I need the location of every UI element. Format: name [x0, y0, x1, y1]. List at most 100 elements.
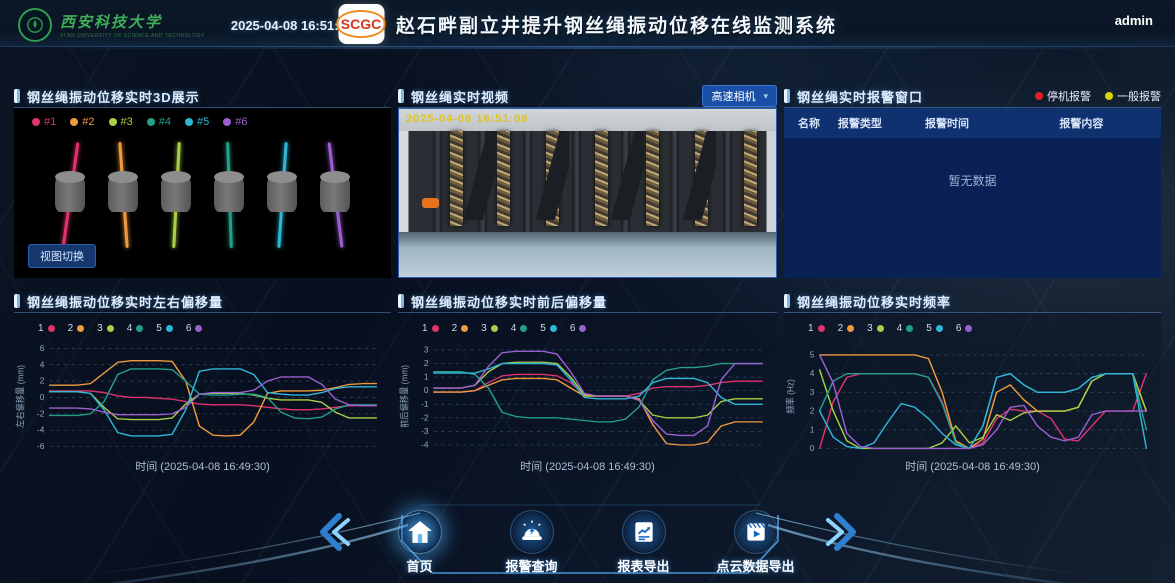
nav-label-alarm-query: 报警查询	[505, 556, 557, 575]
nav-item-pointcloud-export[interactable]: 点云数据导出	[713, 510, 799, 575]
header-center: SCGC 赵石畔副立井提升钢丝绳振动位移在线监测系统	[338, 4, 837, 44]
legend-label: 停机报警	[1047, 88, 1091, 104]
legend-dot-icon	[77, 325, 84, 332]
legend-dot-icon	[223, 118, 231, 126]
legend-dot-icon	[579, 325, 586, 332]
legend-item: 3	[97, 323, 114, 334]
legend-label: 6	[570, 323, 576, 334]
chevron-down-icon: ▾	[763, 91, 768, 102]
guide-cylinder-graphic	[55, 176, 85, 212]
legend-label: 2	[68, 323, 74, 334]
svg-text:3: 3	[810, 388, 815, 397]
panel-3d-display: 钢丝绳振动位移实时3D展示 #1#2#3#4#5#6 视图切换	[14, 85, 391, 278]
alarm-table-header: 名称 报警类型 报警时间 报警内容	[784, 108, 1161, 138]
user-label[interactable]: admin	[1115, 13, 1153, 28]
guide-cylinder-graphic	[108, 176, 138, 212]
nav-next-button[interactable]	[825, 511, 859, 553]
legend-dot-icon	[48, 325, 55, 332]
legend-item: #5	[185, 116, 209, 128]
legend-label: 1	[38, 323, 44, 334]
guide-cylinder-graphic	[161, 176, 191, 212]
alarm-col-type: 报警类型	[838, 115, 925, 131]
legend-dot-icon	[906, 325, 913, 332]
header-datetime: 2025-04-08 16:51:08	[231, 18, 353, 33]
home-icon	[398, 510, 442, 554]
legend-dot-icon	[136, 325, 143, 332]
rope-3d-item	[50, 142, 90, 252]
wire-rope-graphic	[646, 131, 659, 226]
svg-text:1: 1	[810, 426, 815, 435]
alarm-col-time: 报警时间	[925, 115, 1059, 131]
chart-freq-body: 123456 543210频率 (Hz) 时间 (2025-04-08 16:4…	[784, 313, 1161, 480]
nav-item-report-export[interactable]: 报表导出	[601, 510, 687, 575]
panel-chart-fb-offset: 钢丝绳振动位移实时前后偏移量 123456 3210-1-2-3-4前后偏移量 …	[398, 290, 777, 480]
nav-prev-button[interactable]	[317, 511, 351, 553]
nav-label-report-export: 报表导出	[617, 556, 669, 575]
legend-item: #1	[32, 116, 56, 128]
panel-marker-icon	[14, 294, 20, 308]
legend-item: 1	[422, 323, 439, 334]
legend-dot-icon	[185, 118, 193, 126]
panel-alarm-title: 钢丝绳实时报警窗口	[797, 87, 923, 106]
chart-lr-plot: 6420-2-4-6左右偏移量 (mm)	[14, 336, 391, 457]
rope-3d-item	[315, 142, 355, 252]
legend-label: 2	[452, 323, 458, 334]
guide-rail-graphic	[433, 131, 442, 232]
svg-text:6: 6	[40, 344, 45, 353]
legend-label: 6	[956, 323, 962, 334]
svg-text:-2: -2	[37, 410, 45, 419]
nav-label-pointcloud-export: 点云数据导出	[716, 556, 794, 575]
chart-fb-xlabel: 时间 (2025-04-08 16:49:30)	[398, 457, 777, 480]
panel-chart-freq-title: 钢丝绳振动位移实时频率	[797, 292, 951, 311]
chart-lr-body: 123456 6420-2-4-6左右偏移量 (mm) 时间 (2025-04-…	[14, 313, 391, 480]
orange-sensor-graphic	[422, 198, 439, 208]
nav-item-alarm-query[interactable]: 报警查询	[489, 510, 575, 575]
legend-label: 2	[838, 323, 844, 334]
legend-dot-icon	[550, 325, 557, 332]
legend-dot-icon	[1105, 92, 1113, 100]
guide-rail-graphic	[523, 131, 532, 232]
legend-dot-icon	[847, 325, 854, 332]
panel-chart-lr-header: 钢丝绳振动位移实时左右偏移量	[14, 290, 391, 313]
legend-dot-icon	[109, 118, 117, 126]
guide-rail-graphic	[723, 131, 732, 232]
panel-chart-lr-offset: 钢丝绳振动位移实时左右偏移量 123456 6420-2-4-6左右偏移量 (m…	[14, 290, 391, 480]
legend-item: 1	[38, 323, 55, 334]
camera-select[interactable]: 高速相机 ▾	[702, 85, 777, 107]
panel-marker-icon	[784, 294, 790, 308]
legend-label: 5	[926, 323, 932, 334]
view-switch-button[interactable]: 视图切换	[28, 244, 96, 268]
legend-dot-icon	[432, 325, 439, 332]
panel-chart-freq-header: 钢丝绳振动位移实时频率	[784, 290, 1161, 313]
legend-dot-icon	[491, 325, 498, 332]
svg-text:2: 2	[40, 377, 45, 386]
legend-item: #6	[223, 116, 247, 128]
panel-marker-icon	[784, 89, 790, 103]
svg-text:-4: -4	[37, 426, 45, 435]
svg-text:4: 4	[810, 369, 815, 378]
legend-item: 6	[186, 323, 203, 334]
legend-dot-icon	[965, 325, 972, 332]
legend-label: 1	[422, 323, 428, 334]
legend-dot-icon	[70, 118, 78, 126]
alarm-empty-state: 暂无数据	[784, 172, 1161, 189]
alarm-table: 名称 报警类型 报警时间 报警内容 暂无数据	[784, 108, 1161, 278]
main-grid: 钢丝绳振动位移实时3D展示 #1#2#3#4#5#6 视图切换 钢丝绳实时视频 …	[14, 85, 1161, 480]
3d-viewport[interactable]: #1#2#3#4#5#6 视图切换	[14, 108, 391, 278]
rope-3d-item	[156, 142, 196, 252]
chart-lr-xlabel: 时间 (2025-04-08 16:49:30)	[14, 457, 391, 480]
panel-video-header: 钢丝绳实时视频 高速相机 ▾	[398, 85, 777, 108]
legend-dot-icon	[107, 325, 114, 332]
video-floor-band	[399, 232, 776, 277]
machinery-shadow-graphic	[682, 131, 716, 220]
svg-text:2: 2	[810, 407, 815, 416]
alarm-col-name: 名称	[798, 115, 838, 131]
nav-item-home[interactable]: 首页	[377, 510, 463, 575]
header-left: 西安科技大学 XI'AN UNIVERSITY OF SCIENCE AND T…	[18, 8, 353, 42]
header: 西安科技大学 XI'AN UNIVERSITY OF SCIENCE AND T…	[0, 0, 1175, 47]
legend-dot-icon	[818, 325, 825, 332]
legend-item: 3	[481, 323, 498, 334]
alarm-col-content: 报警内容	[1059, 115, 1161, 131]
footer-nav: 首页 报警查询	[0, 481, 1175, 583]
chart-freq-plot: 543210频率 (Hz)	[784, 336, 1161, 457]
